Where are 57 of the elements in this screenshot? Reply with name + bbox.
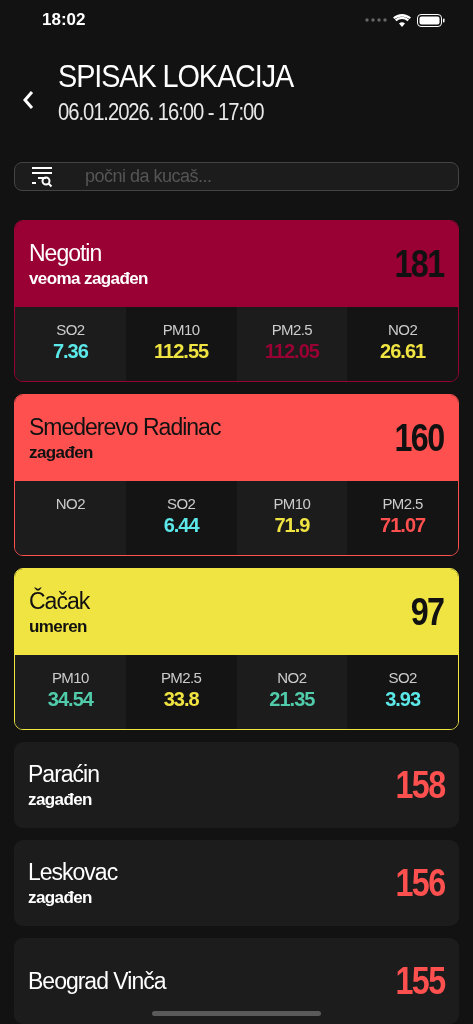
metric-label: PM2.5 <box>271 321 313 338</box>
search-bar[interactable]: počni da kucaš... <box>14 162 459 191</box>
location-name: Negotin <box>29 239 103 267</box>
metric-label: NO2 <box>277 669 307 686</box>
metric-value: 3.93 <box>385 688 421 711</box>
status-text: umeren <box>29 616 88 637</box>
location-name: Smederevo Radinac <box>29 413 221 441</box>
metric-value: 26.61 <box>380 340 426 363</box>
location-card[interactable]: Smederevo Radinac zagađen 160 NO2 SO2 6.44 PM10 71.9 PM2.5 71.07 <box>14 394 459 556</box>
status-text: zagađen <box>28 887 93 908</box>
metric-value: 112.05 <box>264 340 319 363</box>
index-value: 155 <box>395 959 444 1003</box>
location-card[interactable]: Negotin veoma zagađen 181 SO2 7.36 PM10 112.55 PM2.5 112.05 NO2 26.61 <box>14 220 459 382</box>
metric-label: PM2.5 <box>160 669 202 686</box>
location-card[interactable]: Paraćin zagađen 158 <box>14 742 459 828</box>
metric-label: PM2.5 <box>382 495 423 512</box>
metric-label: NO2 <box>55 495 85 512</box>
battery-icon <box>417 13 445 27</box>
status-time: 18:02 <box>42 10 86 30</box>
metric-label: SO2 <box>56 321 85 338</box>
metric-label: NO2 <box>388 321 418 338</box>
signal-icon <box>365 18 387 22</box>
location-name: Beograd Vinča <box>28 967 166 995</box>
location-card[interactable]: Leskovac zagađen 156 <box>14 840 459 926</box>
metric-label: PM10 <box>51 669 89 686</box>
index-value: 160 <box>394 416 443 460</box>
location-name: Paraćin <box>28 760 99 788</box>
wifi-icon <box>393 13 411 27</box>
metric-value: 33.8 <box>163 688 199 711</box>
metric-label: SO2 <box>167 495 196 512</box>
metric-value: 6.44 <box>163 514 199 537</box>
index-value: 97 <box>410 590 443 634</box>
metric-value: 21.35 <box>269 688 315 711</box>
location-name: Leskovac <box>28 858 118 886</box>
metric-value: 71.9 <box>274 514 310 537</box>
search-field[interactable]: počni da kucaš... <box>83 165 442 188</box>
metric-label: PM10 <box>273 495 311 512</box>
back-icon <box>22 90 34 110</box>
index-value: 158 <box>395 763 444 807</box>
metric-value: 34.54 <box>47 688 93 711</box>
metric-label: PM10 <box>162 321 200 338</box>
metric-value: 112.55 <box>154 340 209 363</box>
location-card[interactable]: Čačak umeren 97 PM10 34.54 PM2.5 33.8 NO2 21.35 SO2 3.93 <box>14 568 459 730</box>
index-value: 181 <box>394 242 443 286</box>
date-range: 06.01.2026. 16:00 - 17:00 <box>58 98 265 127</box>
status-text: zagađen <box>28 789 93 810</box>
metric-value: 71.07 <box>380 514 426 537</box>
metric-value: 7.36 <box>52 340 88 363</box>
metric-label: SO2 <box>388 669 417 686</box>
status-text: zagađen <box>29 442 94 463</box>
page-title: SPISAK LOKACIJA <box>58 57 294 96</box>
location-name: Čačak <box>29 587 90 615</box>
back-button[interactable] <box>22 90 34 110</box>
status-text: veoma zagađen <box>29 268 148 289</box>
filter-search-icon <box>31 165 55 188</box>
location-card[interactable]: Beograd Vinča 155 <box>14 938 459 1024</box>
index-value: 156 <box>395 861 444 905</box>
